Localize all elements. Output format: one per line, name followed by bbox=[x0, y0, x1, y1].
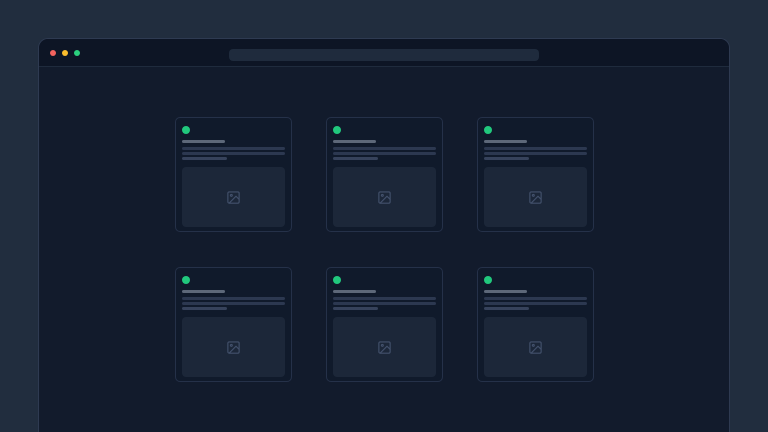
title-placeholder bbox=[182, 140, 225, 143]
skeleton-card[interactable] bbox=[326, 117, 443, 232]
card-grid bbox=[175, 117, 594, 382]
title-placeholder bbox=[484, 290, 527, 293]
status-dot bbox=[484, 276, 492, 284]
text-placeholder bbox=[333, 297, 436, 300]
desktop-background: { "window": { "kind": "browser-window-mo… bbox=[0, 0, 768, 432]
status-dot bbox=[333, 126, 341, 134]
image-placeholder bbox=[333, 317, 436, 377]
image-icon bbox=[226, 340, 241, 355]
title-placeholder bbox=[484, 140, 527, 143]
image-placeholder bbox=[484, 167, 587, 227]
image-placeholder bbox=[182, 317, 285, 377]
image-icon bbox=[528, 340, 543, 355]
status-dot bbox=[182, 126, 190, 134]
image-placeholder bbox=[182, 167, 285, 227]
text-placeholder-short bbox=[182, 157, 227, 160]
status-dot bbox=[333, 276, 341, 284]
text-placeholder-short bbox=[333, 307, 378, 310]
text-placeholder bbox=[182, 297, 285, 300]
maximize-button[interactable] bbox=[74, 50, 80, 56]
skeleton-card[interactable] bbox=[175, 267, 292, 382]
text-placeholder bbox=[333, 152, 436, 155]
image-placeholder bbox=[333, 167, 436, 227]
window-titlebar bbox=[39, 39, 729, 67]
text-placeholder-short bbox=[182, 307, 227, 310]
status-dot bbox=[484, 126, 492, 134]
address-bar[interactable] bbox=[229, 49, 539, 61]
image-placeholder bbox=[484, 317, 587, 377]
browser-window bbox=[38, 38, 730, 432]
title-placeholder bbox=[333, 290, 376, 293]
image-icon bbox=[377, 190, 392, 205]
window-content bbox=[39, 68, 729, 432]
traffic-lights bbox=[50, 39, 80, 67]
text-placeholder bbox=[182, 152, 285, 155]
image-icon bbox=[226, 190, 241, 205]
image-icon bbox=[528, 190, 543, 205]
text-placeholder bbox=[182, 147, 285, 150]
text-placeholder bbox=[484, 302, 587, 305]
text-placeholder bbox=[333, 302, 436, 305]
skeleton-card[interactable] bbox=[477, 117, 594, 232]
skeleton-card[interactable] bbox=[477, 267, 594, 382]
text-placeholder-short bbox=[484, 157, 529, 160]
skeleton-card[interactable] bbox=[326, 267, 443, 382]
text-placeholder bbox=[484, 152, 587, 155]
text-placeholder bbox=[484, 297, 587, 300]
minimize-button[interactable] bbox=[62, 50, 68, 56]
status-dot bbox=[182, 276, 190, 284]
text-placeholder bbox=[333, 147, 436, 150]
text-placeholder bbox=[182, 302, 285, 305]
text-placeholder bbox=[484, 147, 587, 150]
text-placeholder-short bbox=[484, 307, 529, 310]
skeleton-card[interactable] bbox=[175, 117, 292, 232]
title-placeholder bbox=[182, 290, 225, 293]
text-placeholder-short bbox=[333, 157, 378, 160]
close-button[interactable] bbox=[50, 50, 56, 56]
image-icon bbox=[377, 340, 392, 355]
title-placeholder bbox=[333, 140, 376, 143]
